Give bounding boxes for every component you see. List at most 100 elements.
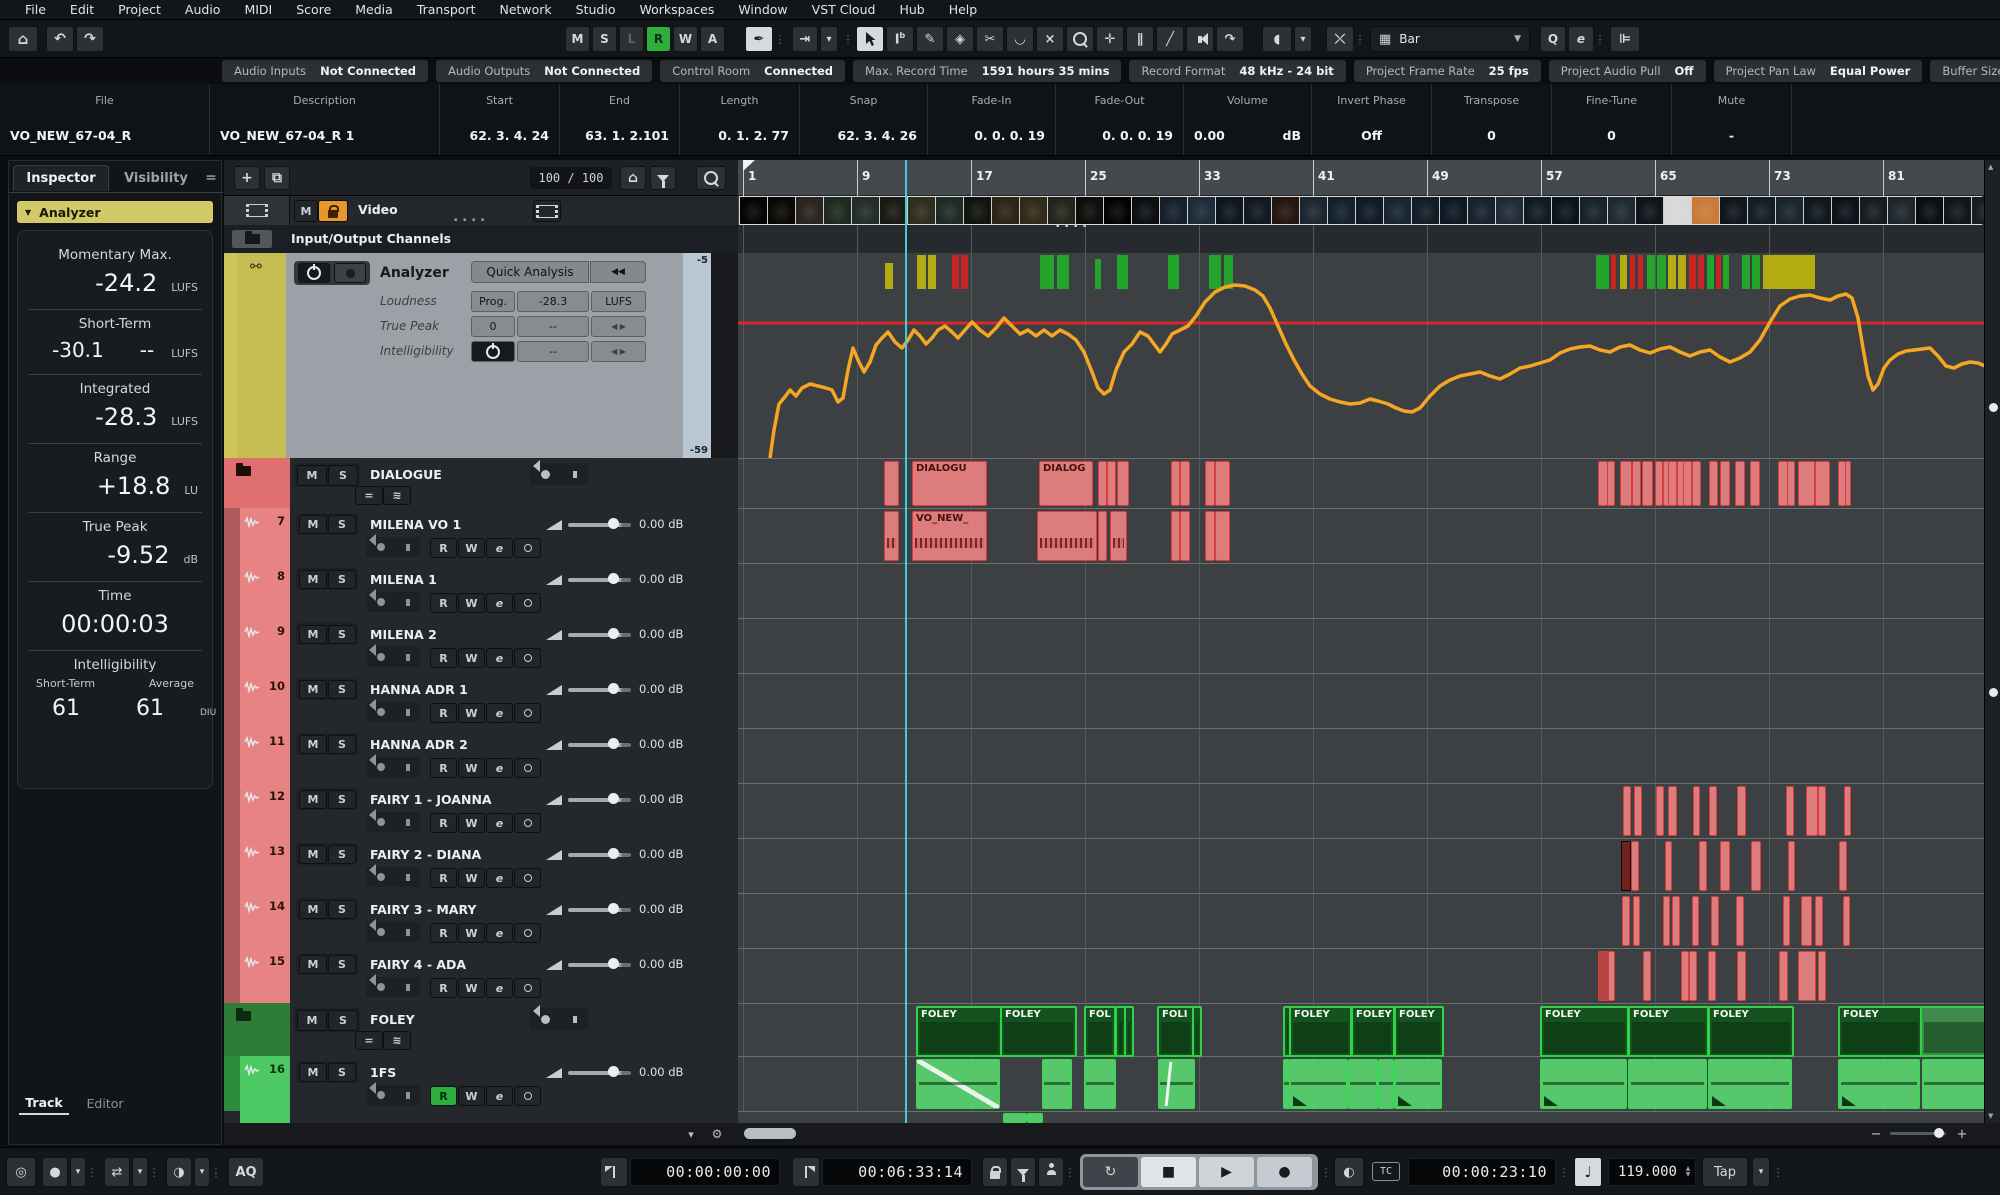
zoom-out-button[interactable]: − (1866, 1124, 1886, 1144)
write-automation-button[interactable]: W (458, 703, 485, 723)
audio-event-fairy1[interactable] (1844, 786, 1851, 836)
audio-event-fairy3[interactable] (1783, 896, 1790, 946)
foley-event[interactable]: FOLI (1157, 1006, 1194, 1057)
info-field-start[interactable]: Start62. 3. 4. 24 (440, 84, 560, 155)
undo-button[interactable]: ↶ (46, 26, 74, 52)
audio-event-dialogue[interactable] (1117, 461, 1129, 506)
menu-item-project[interactable]: Project (107, 0, 172, 19)
tab-editor[interactable]: Editor (79, 1091, 131, 1115)
primary-time-display[interactable]: 00:00:23:10 (1408, 1158, 1556, 1186)
info-field-mute[interactable]: Mute- (1672, 84, 1792, 155)
track-row-fairy-2-diana[interactable]: 13MSFAIRY 2 - DIANA0.00 dBRWe (224, 838, 738, 894)
add-track-button[interactable]: + (234, 166, 260, 190)
transport-stop-button[interactable]: ■ (1141, 1157, 1196, 1187)
right-locator-display[interactable]: 00:06:33:14 (822, 1158, 972, 1186)
tempo-spinner[interactable]: ▲▼ (1681, 1166, 1695, 1178)
audio-event-fairy1[interactable] (1709, 786, 1717, 836)
monitor-icon[interactable] (406, 599, 410, 606)
inserts-state-button[interactable] (514, 538, 541, 558)
global-w-button[interactable]: W (673, 26, 698, 52)
analyzer-cell-2-2[interactable]: -- (517, 341, 589, 362)
track-filter-button[interactable] (650, 166, 676, 190)
inserts-state-button[interactable] (514, 923, 541, 943)
audio-event-fairy1[interactable] (1693, 786, 1700, 836)
audio-event-fairy4[interactable] (1643, 951, 1651, 1001)
menu-item-network[interactable]: Network (488, 0, 562, 19)
performer-button[interactable] (1038, 1157, 1064, 1187)
menu-item-transport[interactable]: Transport (406, 0, 487, 19)
track-row-fairy-1-joanna[interactable]: 12MSFAIRY 1 - JOANNA0.00 dBRWe (224, 783, 738, 839)
edit-channel-button[interactable]: e (486, 813, 513, 833)
play-tool[interactable] (1186, 26, 1214, 52)
fs-audio-event[interactable] (1348, 1059, 1378, 1109)
audio-event-fairy1[interactable] (1786, 786, 1794, 836)
comp-tool-button[interactable]: ◖ (1262, 26, 1292, 52)
audio-event-fairy2[interactable] (1788, 841, 1795, 891)
fs-audio-event[interactable] (1158, 1059, 1195, 1109)
fs-audio-event[interactable] (1540, 1059, 1627, 1109)
status-chip-max-record-time[interactable]: Max. Record Time1591 hours 35 mins (853, 60, 1121, 82)
audio-event-fairy1[interactable] (1656, 786, 1664, 836)
audio-event-fairy3[interactable] (1801, 896, 1812, 946)
scroll-down-icon[interactable]: ▼ (1988, 1112, 1993, 1120)
solo-button[interactable]: S (328, 955, 356, 974)
volume-slider-knob[interactable] (608, 738, 619, 749)
audio-event-fairy4[interactable] (1689, 951, 1697, 1001)
foley-event[interactable]: FOLEY (1708, 1006, 1794, 1057)
record-mode-menu[interactable]: ▾ (70, 1157, 86, 1187)
edit-channel-button[interactable]: e (486, 538, 513, 558)
audio-event-dialogue[interactable] (1205, 461, 1215, 506)
foley-event[interactable]: FOLEY (1289, 1006, 1352, 1057)
status-chip-project-pan-law[interactable]: Project Pan LawEqual Power (1714, 60, 1923, 82)
status-chip-audio-inputs[interactable]: Audio InputsNot Connected (222, 60, 428, 82)
menu-item-help[interactable]: Help (938, 0, 989, 19)
tempo-display[interactable]: 119.000 (1609, 1164, 1681, 1180)
audio-event-fairy3[interactable] (1815, 896, 1823, 946)
write-automation-button[interactable]: W (458, 593, 485, 613)
solo-button[interactable]: S (328, 515, 356, 534)
solo-button[interactable]: S (328, 465, 358, 486)
audio-event-dialogue[interactable] (1735, 461, 1745, 506)
audio-event-dialogue[interactable]: DIALOGU (912, 461, 987, 506)
menu-item-edit[interactable]: Edit (59, 0, 105, 19)
draw-tool[interactable]: ✎ (916, 26, 944, 52)
snap-button[interactable]: ⤬ (1326, 26, 1354, 52)
analyzer-cell-0-2[interactable]: -28.3 (517, 291, 589, 312)
info-field-volume[interactable]: Volume0.00dB (1184, 84, 1312, 155)
edit-channel-button[interactable]: e (486, 868, 513, 888)
marker-filter-button[interactable] (1010, 1157, 1036, 1187)
audio-event-fairy4[interactable] (1737, 951, 1746, 1001)
mute-button[interactable]: M (299, 845, 327, 864)
status-chip-audio-outputs[interactable]: Audio OutputsNot Connected (436, 60, 652, 82)
track-row-1fs[interactable]: 16MS1FS0.00 dBRWe (224, 1056, 738, 1112)
rewind-analysis-button[interactable]: ◀◀ (590, 261, 646, 283)
zoom-dot-2[interactable] (1989, 688, 1998, 697)
tc-badge[interactable]: TC (1372, 1162, 1400, 1181)
track-row-milena-1[interactable]: 8MSMILENA 10.00 dBRWe (224, 563, 738, 619)
solo-button[interactable]: S (328, 625, 356, 644)
horizontal-scrollbar[interactable]: −+ (738, 1123, 1984, 1145)
foley-event[interactable]: FOLEY (1838, 1006, 1922, 1057)
read-automation-button[interactable]: R (430, 978, 457, 998)
audio-event-dialogue[interactable] (1798, 461, 1815, 506)
foley-event[interactable]: FOLEY (1351, 1006, 1395, 1057)
quantize-mode-button[interactable]: ◑ (166, 1157, 192, 1187)
write-automation-button[interactable]: W (458, 923, 485, 943)
audio-event-fairy4[interactable] (1681, 951, 1689, 1001)
tap-tempo-button[interactable]: Tap (1702, 1157, 1748, 1187)
write-automation-button[interactable]: W (458, 538, 485, 558)
metronome-button[interactable]: ♩ (1574, 1157, 1602, 1187)
solo-button[interactable]: S (328, 680, 356, 699)
menu-item-file[interactable]: File (14, 0, 57, 19)
volume-slider-knob[interactable] (608, 683, 619, 694)
inserts-state-button[interactable] (514, 703, 541, 723)
audio-event-fairy3[interactable] (1843, 896, 1850, 946)
info-field-file[interactable]: FileVO_NEW_67-04_R (0, 84, 210, 155)
quick-analysis-button[interactable]: Quick Analysis (471, 261, 589, 283)
audio-event-vo[interactable] (884, 511, 899, 561)
read-automation-button[interactable]: R (430, 703, 457, 723)
audio-event-dialogue[interactable] (1720, 461, 1730, 506)
mute-button[interactable]: M (299, 680, 327, 699)
monitor-icon[interactable] (406, 874, 410, 881)
pre-roll-button[interactable]: ◐ (1334, 1157, 1364, 1187)
